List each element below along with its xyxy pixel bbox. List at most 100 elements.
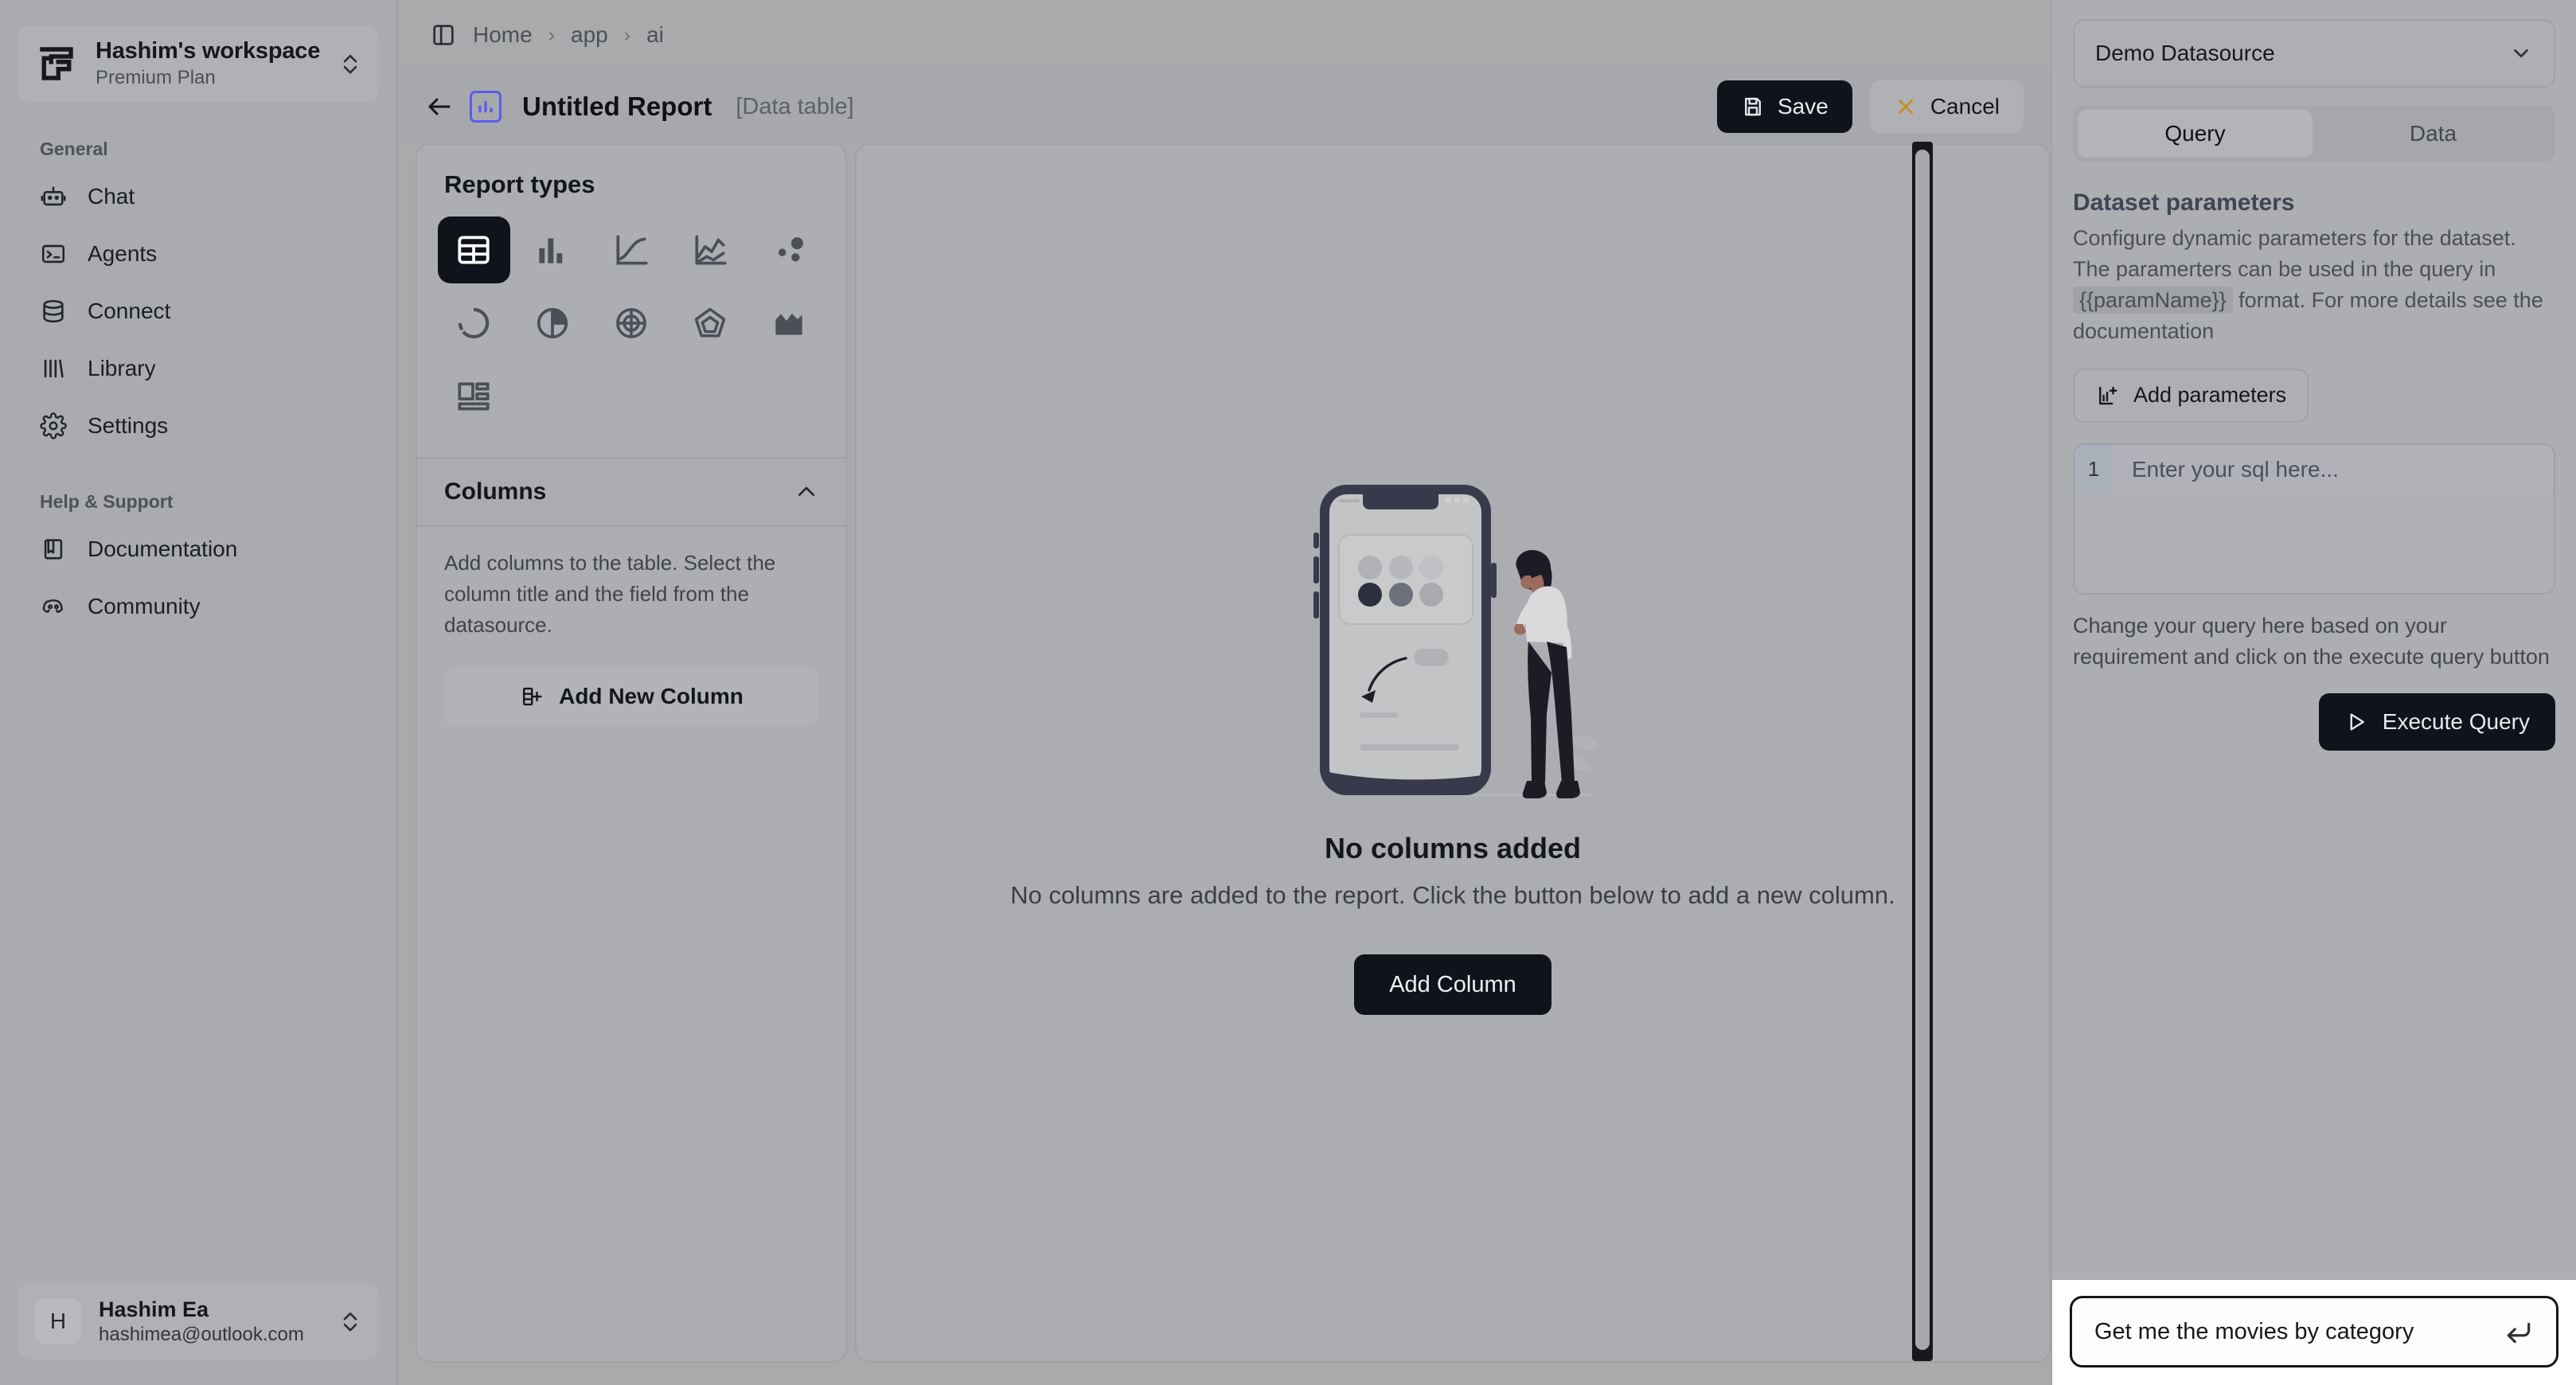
user-email: hashimea@outlook.com (99, 1323, 304, 1345)
sidebar-item-label: Documentation (88, 536, 238, 561)
prompt-input-value[interactable]: Get me the movies by category (2094, 1319, 2491, 1345)
chevron-up-down-icon (339, 49, 361, 78)
panel-toggle-icon[interactable] (430, 21, 457, 49)
chevron-down-icon (2509, 41, 2533, 65)
bars-icon (40, 355, 67, 382)
columns-section-header[interactable]: Columns (417, 458, 845, 525)
enter-return-icon[interactable] (2504, 1317, 2534, 1347)
person-with-phone-illustration (1298, 459, 1608, 810)
book-icon (40, 536, 67, 563)
chevron-up-icon (794, 480, 818, 504)
workspace-logo-icon (35, 42, 78, 85)
terminal-icon (40, 240, 67, 267)
workspace-name: Hashim's workspace (96, 38, 321, 64)
sidebar-item-label: Agents (88, 241, 158, 266)
sidebar-item-community[interactable]: Community (18, 578, 379, 635)
sidebar-section-label-help: Help & Support (40, 491, 174, 512)
save-button[interactable]: Save (1717, 80, 1852, 133)
discord-icon (40, 593, 67, 620)
report-type-area-chart[interactable] (752, 290, 825, 357)
report-type-trend-chart[interactable] (673, 217, 746, 283)
report-type-line-chart[interactable] (595, 217, 668, 283)
workspace-text: Hashim's workspace Premium Plan (96, 38, 322, 89)
workspace-switcher[interactable]: Hashim's workspace Premium Plan (18, 25, 379, 102)
empty-state-description: No columns are added to the report. Clic… (1010, 881, 1895, 909)
editor-body: Report types Columns Add columns to the … (398, 143, 2051, 1385)
report-type-bar-chart[interactable] (517, 217, 589, 283)
sidebar-item-chat[interactable]: Chat (18, 168, 379, 225)
tab-data[interactable]: Data (2316, 110, 2551, 158)
application-window: Hashim's workspace Premium Plan General … (0, 0, 2576, 1385)
header-actions: Save Cancel (1717, 80, 2024, 133)
datasource-select-value: Demo Datasource (2095, 41, 2275, 65)
report-type-label: [Data table] (736, 93, 854, 119)
play-icon (2344, 710, 2368, 734)
report-type-pie-chart[interactable] (517, 290, 589, 357)
gear-icon (40, 412, 67, 439)
report-type-radial-chart[interactable] (595, 290, 668, 357)
empty-state-title: No columns added (1324, 832, 1581, 864)
cancel-button-label: Cancel (1930, 94, 2000, 119)
main-area: Home › app › ai Untitled Report [Data ta… (398, 0, 2051, 1385)
sidebar-item-documentation[interactable]: Documentation (18, 521, 379, 578)
user-name: Hashim Ea (99, 1297, 209, 1321)
sidebar-item-label: Chat (88, 184, 135, 209)
dataset-parameters-title: Dataset parameters (2073, 189, 2295, 216)
robot-icon (40, 183, 67, 210)
page-title: Untitled Report (522, 92, 712, 121)
execute-query-label: Execute Query (2382, 708, 2530, 734)
breadcrumb-item-ai[interactable]: ai (646, 22, 664, 48)
add-parameters-label: Add parameters (2133, 383, 2287, 408)
columns-section-title: Columns (444, 478, 547, 505)
workspace-plan: Premium Plan (96, 67, 216, 88)
report-type-pentagon-chart[interactable] (673, 290, 746, 357)
sidebar-item-label: Community (88, 594, 201, 618)
tab-query[interactable]: Query (2078, 110, 2313, 158)
sql-editor-line: 1 Enter your sql here... (2074, 444, 2554, 494)
breadcrumb-separator: › (548, 23, 556, 46)
vertical-scrollbar-thumb[interactable] (1915, 150, 1930, 1350)
sidebar-item-label: Connect (88, 298, 171, 323)
sidebar-item-label: Library (88, 356, 156, 380)
vertical-scrollbar[interactable] (1912, 142, 1933, 1361)
sidebar-item-settings[interactable]: Settings (18, 397, 379, 455)
user-account-switcher[interactable]: H Hashim Ea hashimea@outlook.com (18, 1283, 379, 1360)
add-column-icon (519, 685, 543, 708)
sidebar-item-connect[interactable]: Connect (18, 283, 379, 340)
add-column-button[interactable]: Add Column (1354, 954, 1551, 1015)
sidebar-section-label-general: General (40, 138, 108, 159)
save-button-label: Save (1778, 94, 1829, 119)
execute-query-button[interactable]: Execute Query (2318, 692, 2555, 751)
prompt-input[interactable]: Get me the movies by category (2070, 1296, 2558, 1367)
user-text: Hashim Ea hashimea@outlook.com (99, 1297, 322, 1346)
bar-chart-icon (470, 91, 502, 123)
report-type-progress-ring[interactable] (438, 290, 510, 357)
breadcrumb-item-home[interactable]: Home (473, 22, 533, 48)
cancel-button[interactable]: Cancel (1869, 80, 2024, 133)
report-type-bubble-chart[interactable] (752, 217, 825, 283)
chevron-up-down-icon (339, 1307, 361, 1336)
param-format-token: {{paramName}} (2073, 287, 2233, 314)
report-editor: Untitled Report [Data table] Save Cancel… (398, 70, 2051, 1385)
breadcrumb-item-app[interactable]: app (571, 22, 608, 48)
avatar: H (35, 1298, 81, 1344)
report-canvas: No columns added No columns are added to… (855, 143, 2051, 1363)
add-new-column-label: Add New Column (559, 684, 744, 708)
sql-editor[interactable]: 1 Enter your sql here... (2073, 443, 2555, 595)
report-editor-header: Untitled Report [Data table] Save Cancel (398, 70, 2051, 143)
add-new-column-button[interactable]: Add New Column (444, 668, 818, 725)
query-data-tabs: Query Data (2073, 105, 2555, 162)
datasource-select[interactable]: Demo Datasource (2073, 19, 2555, 88)
add-parameters-button[interactable]: Add parameters (2073, 368, 2309, 423)
report-types-title: Report types (444, 170, 595, 198)
sidebar-item-label: Settings (88, 413, 169, 438)
report-type-data-table[interactable] (438, 217, 510, 283)
save-icon (1741, 95, 1765, 119)
sql-line-number: 1 (2074, 444, 2113, 494)
sidebar-item-agents[interactable]: Agents (18, 225, 379, 283)
back-arrow-icon[interactable] (425, 92, 454, 121)
sql-input-placeholder[interactable]: Enter your sql here... (2113, 457, 2339, 482)
report-type-layout-card[interactable] (438, 363, 510, 430)
sidebar-item-library[interactable]: Library (18, 340, 379, 397)
